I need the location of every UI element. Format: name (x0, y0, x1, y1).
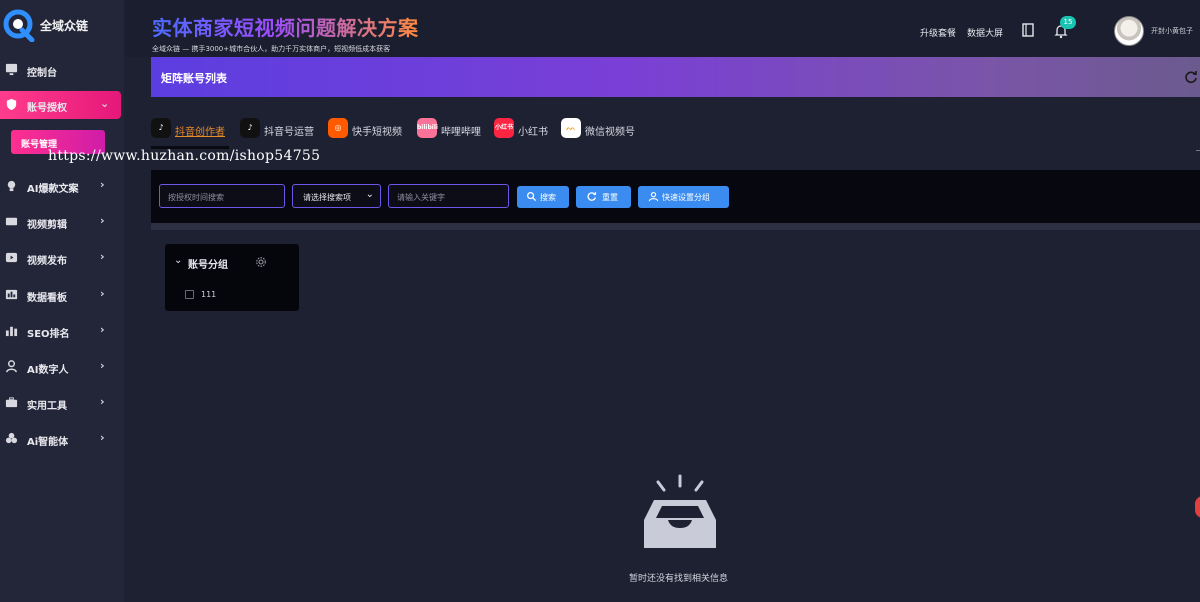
sidebar-item-tools[interactable]: 实用工具 › (0, 389, 124, 417)
search-toolbar: 按授权时间搜索 请选择搜索项 ⌄ 请输入关键字 搜索 重置 快速设置分组 (151, 170, 1200, 223)
tab-label: 哔哩哔哩 (441, 127, 481, 138)
xiaohongshu-icon: 小红书 (494, 118, 514, 138)
avatar[interactable] (1114, 16, 1144, 46)
bilibili-icon: bilibili (417, 118, 438, 138)
button-label: 搜索 (540, 193, 556, 202)
toolbox-icon (5, 397, 18, 408)
sidebar-item-video-edit[interactable]: 视频剪辑 › (0, 208, 124, 236)
sidebar-item-data-board[interactable]: 数据看板 › (0, 281, 124, 309)
group-item-label: 111 (201, 290, 217, 299)
top-header: 实体商家短视频问题解决方案 全域众链 — 携手3000+城市合伙人，助力千万实体… (124, 0, 1200, 57)
page-title: 矩阵账号列表 (161, 72, 227, 85)
chevron-right-icon: › (100, 178, 105, 191)
select-value: 请选择搜索项 (303, 193, 351, 202)
book-icon[interactable] (1020, 22, 1036, 38)
tab-label: 快手短视频 (352, 127, 402, 138)
search-button[interactable]: 搜索 (517, 186, 569, 208)
watermark-url: https://www.huzhan.com/ishop54755 (48, 148, 321, 164)
brand-name: 全域众链 (40, 19, 89, 33)
chevron-right-icon: › (100, 214, 105, 227)
sidebar-item-ai-agent[interactable]: Ai智能体 › (0, 425, 124, 453)
chevron-right-icon: › (100, 250, 105, 263)
sidebar-item-seo[interactable]: SEO排名 › (0, 317, 124, 345)
sidebar-item-label: AI爆款文案 (27, 184, 79, 195)
dashboard-icon (5, 289, 18, 300)
button-label: 重置 (602, 193, 618, 202)
user-group-icon (648, 192, 659, 202)
kuaishou-icon: ◎ (328, 118, 348, 138)
play-icon (5, 252, 18, 263)
logo-icon (3, 9, 35, 42)
bulb-icon (7, 180, 16, 192)
chevron-down-icon: ⌄ (100, 97, 110, 110)
page-title-bar: 矩阵账号列表 (151, 57, 1200, 97)
sidebar-item-label: 控制台 (27, 68, 57, 79)
divider (1196, 150, 1200, 151)
divider (151, 223, 1200, 230)
sidebar-item-label: 数据看板 (27, 293, 67, 304)
sidebar-item-label: SEO排名 (27, 329, 70, 340)
bar-chart-icon (5, 326, 18, 337)
search-icon (527, 192, 537, 202)
keyword-input[interactable]: 请输入关键字 (388, 184, 509, 208)
sidebar-item-ai-copywriting[interactable]: AI爆款文案 › (0, 172, 124, 200)
sidebar-item-ai-avatar[interactable]: AI数字人 › (0, 353, 124, 381)
account-group-panel: ⌄ 账号分组 111 (165, 244, 299, 311)
chevron-right-icon: › (100, 359, 105, 372)
chevron-right-icon: › (100, 323, 105, 336)
input-placeholder: 请输入关键字 (397, 193, 445, 202)
refresh-icon (587, 192, 597, 201)
tab-label: 抖音创作者 (175, 127, 225, 138)
upgrade-plan-link[interactable]: 升级套餐 (920, 26, 956, 39)
button-label: 快速设置分组 (662, 193, 710, 202)
agent-icon (5, 432, 18, 444)
search-field-select[interactable]: 请选择搜索项 ⌄ (292, 184, 381, 208)
chevron-right-icon: › (100, 395, 105, 408)
refresh-icon[interactable] (1184, 70, 1198, 84)
username[interactable]: 开封小黄包子 (1151, 26, 1193, 36)
chevron-down-icon[interactable]: ⌄ (174, 255, 182, 266)
sidebar-item-video-publish[interactable]: 视频发布 › (0, 244, 124, 272)
data-screen-link[interactable]: 数据大屏 (967, 26, 1003, 39)
monitor-icon (5, 63, 18, 76)
tab-label: 小红书 (518, 127, 548, 138)
group-panel-title: 账号分组 (188, 260, 228, 271)
shield-icon (6, 98, 17, 111)
empty-inbox-icon (644, 474, 716, 548)
douyin-icon: ♪ (151, 118, 171, 138)
tab-label: 微信视频号 (585, 127, 635, 138)
sidebar-item-label: 实用工具 (27, 401, 67, 412)
reset-button[interactable]: 重置 (576, 186, 631, 208)
page-hero-title: 实体商家短视频问题解决方案 (152, 12, 419, 41)
notification-badge: 15 (1060, 16, 1076, 29)
sidebar-item-label: AI数字人 (27, 365, 69, 376)
sidebar-item-account-auth[interactable]: 账号授权 ⌄ (0, 91, 121, 119)
sidebar-item-label: Ai智能体 (27, 437, 69, 448)
chevron-right-icon: › (100, 431, 105, 444)
quick-group-button[interactable]: 快速设置分组 (638, 186, 729, 208)
group-checkbox[interactable] (185, 290, 194, 299)
floating-side-button[interactable] (1195, 496, 1200, 518)
chevron-down-icon: ⌄ (365, 189, 374, 200)
tab-label: 抖音号运营 (264, 127, 314, 138)
scissors-icon (5, 217, 18, 226)
empty-state-message: 暂时还没有找到相关信息 (629, 574, 729, 584)
sidebar-item-label: 账号授权 (27, 103, 67, 114)
input-placeholder: 按授权时间搜索 (168, 193, 224, 202)
sidebar: 全域众链 控制台 账号授权 ⌄ 账号管理 AI爆款文案 › 视频剪辑 › 视频发… (0, 0, 124, 602)
douyin-icon: ♪ (240, 118, 260, 138)
wechat-channels-icon: ᨓ (561, 118, 581, 138)
auth-time-search-input[interactable]: 按授权时间搜索 (159, 184, 285, 208)
person-icon (6, 360, 17, 373)
sidebar-item-label: 视频发布 (27, 256, 67, 267)
chevron-right-icon: › (100, 287, 105, 300)
brand[interactable]: 全域众链 (0, 6, 124, 44)
sidebar-item-console[interactable]: 控制台 (0, 56, 124, 84)
sidebar-item-label: 视频剪辑 (27, 220, 67, 231)
page-hero-subtitle: 全域众链 — 携手3000+城市合伙人，助力千万实体商户，短视频低成本获客 (152, 45, 391, 53)
gear-icon[interactable] (255, 256, 267, 268)
platform-tabs: ♪ 抖音创作者 ♪ 抖音号运营 ◎ 快手短视频 bilibili 哔哩哔哩 小红… (151, 112, 1200, 148)
